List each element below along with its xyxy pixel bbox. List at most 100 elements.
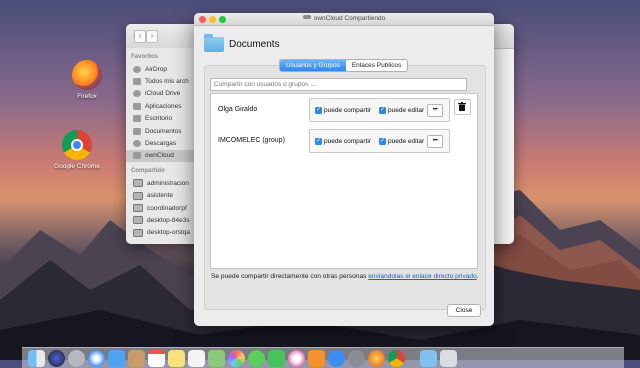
back-button[interactable]: ‹ <box>134 30 146 43</box>
shared-folder-name: Documents <box>229 39 280 50</box>
trash-icon <box>458 102 466 111</box>
system-preferences-icon[interactable] <box>348 350 365 367</box>
desktop-icon-label: Google Chrome <box>54 163 100 170</box>
dock <box>22 347 624 368</box>
airdrop-icon <box>133 65 141 73</box>
firefox-icon <box>72 60 102 90</box>
can-share-label: puede compartir <box>324 107 371 114</box>
close-window-button[interactable] <box>199 16 206 23</box>
ibooks-icon[interactable] <box>308 350 325 367</box>
sidebar-item-desktop[interactable]: Escritorio <box>126 113 194 125</box>
mail-icon[interactable] <box>108 350 125 367</box>
chrome-icon[interactable] <box>388 350 405 367</box>
sidebar-item-label: Documentos <box>145 127 182 135</box>
folder-icon[interactable] <box>420 350 437 367</box>
can-share-label: puede compartir <box>324 138 371 145</box>
document-icon <box>133 127 141 135</box>
checkmark-icon: ✓ <box>379 138 386 145</box>
download-icon <box>133 140 141 148</box>
sidebar-item-label: Escritorio <box>145 115 173 123</box>
sidebar-item-label: Descargas <box>145 140 177 148</box>
facetime-icon[interactable] <box>268 350 285 367</box>
sidebar-item-all-files[interactable]: Todos mis arch <box>126 75 194 87</box>
cloud-icon <box>133 90 141 98</box>
tab-public-links[interactable]: Enlaces Publicos <box>346 60 407 71</box>
delete-share-button[interactable] <box>454 99 471 115</box>
trash-icon[interactable] <box>440 350 457 367</box>
folder-icon <box>204 34 224 52</box>
safari-icon[interactable] <box>88 350 105 367</box>
maps-icon[interactable] <box>208 350 225 367</box>
sidebar-item-label: Todos mis arch <box>145 78 189 86</box>
can-share-checkbox[interactable]: ✓ puede compartir <box>315 138 371 145</box>
computer-icon <box>133 191 143 200</box>
sidebar-item-label: coordinadorpf <box>147 204 187 212</box>
share-tabs: Usuarios y Grupos Enlaces Publicos <box>279 59 409 72</box>
firefox-icon[interactable] <box>368 350 385 367</box>
checkmark-icon: ✓ <box>315 107 322 114</box>
sidebar-item-airdrop[interactable]: AirDrop <box>126 63 194 75</box>
permissions-group: ✓ puede compartir ✓ puede editar ••• <box>309 98 450 122</box>
sharee-name: IMCOMELEC (group) <box>218 137 285 144</box>
tab-users-groups[interactable]: Usuarios y Grupos <box>280 60 346 71</box>
sidebar-item-icloud[interactable]: iCloud Drive <box>126 88 194 100</box>
sidebar-item-shared[interactable]: asistente <box>126 190 194 202</box>
finder-icon[interactable] <box>28 350 45 367</box>
reminders-icon[interactable] <box>188 350 205 367</box>
sharing-dialog: ownCloud Compartiendo Documents Usuarios… <box>194 13 494 326</box>
permissions-group: ✓ puede compartir ✓ puede editar ••• <box>309 129 450 153</box>
maximize-window-button[interactable] <box>219 16 226 23</box>
close-button[interactable]: Close <box>447 304 481 317</box>
share-row: Olga Giraldo ✓ puede compartir ✓ puede e… <box>211 96 477 125</box>
contacts-icon[interactable] <box>128 350 145 367</box>
sidebar-header-shared: Compartido <box>131 168 165 175</box>
messages-icon[interactable] <box>248 350 265 367</box>
can-edit-checkbox[interactable]: ✓ puede editar <box>379 138 424 145</box>
computer-icon <box>133 179 143 188</box>
app-store-icon[interactable] <box>328 350 345 367</box>
dialog-titlebar: ownCloud Compartiendo <box>194 13 494 26</box>
photos-icon[interactable] <box>228 350 245 367</box>
share-with-input[interactable] <box>210 78 467 91</box>
can-edit-label: puede editar <box>388 107 425 114</box>
sidebar-item-shared[interactable]: desktop-84e3s <box>126 214 194 226</box>
minimize-window-button[interactable] <box>209 16 216 23</box>
footer-text-body: Se puede compartir directamente con otra… <box>211 273 369 280</box>
desktop-folder-icon <box>133 115 141 123</box>
sidebar-item-documents[interactable]: Documentos <box>126 125 194 137</box>
chrome-icon <box>62 130 92 160</box>
sidebar-item-label: Aplicaciones <box>145 102 182 110</box>
more-options-button[interactable]: ••• <box>427 135 443 148</box>
sidebar-item-shared[interactable]: desktop-orstqa <box>126 227 194 239</box>
itunes-icon[interactable] <box>288 350 305 367</box>
window-title: ownCloud Compartiendo <box>313 15 386 22</box>
notes-icon[interactable] <box>168 350 185 367</box>
sidebar-item-label: asistente <box>147 192 174 200</box>
all-files-icon <box>133 78 141 86</box>
sidebar-item-shared[interactable]: coordinadorpf <box>126 202 194 214</box>
desktop-icon-firefox[interactable]: Firefox <box>57 60 117 100</box>
sidebar-item-label: AirDrop <box>145 65 168 73</box>
forward-button[interactable]: › <box>146 30 158 43</box>
sidebar-item-owncloud[interactable]: ownCloud <box>126 149 194 163</box>
can-edit-checkbox[interactable]: ✓ puede editar <box>379 107 424 114</box>
launchpad-icon[interactable] <box>68 350 85 367</box>
calendar-icon[interactable] <box>148 350 165 367</box>
share-row: IMCOMELEC (group) ✓ puede compartir ✓ pu… <box>211 127 477 156</box>
more-options-button[interactable]: ••• <box>427 104 443 117</box>
sidebar-item-label: iCloud Drive <box>145 90 181 98</box>
sidebar-item-shared[interactable]: administracion <box>126 177 194 189</box>
footer-text-end: . <box>476 273 479 280</box>
sharee-name: Olga Giraldo <box>218 106 258 113</box>
can-edit-label: puede editar <box>388 138 425 145</box>
desktop-icon-chrome[interactable]: Google Chrome <box>47 130 107 170</box>
private-link[interactable]: enviandolas el enlace directo privado <box>368 273 477 280</box>
sidebar-header-favorites: Favoritos <box>131 54 159 60</box>
share-list: Olga Giraldo ✓ puede compartir ✓ puede e… <box>210 93 478 269</box>
sidebar-item-applications[interactable]: Aplicaciones <box>126 100 194 112</box>
sidebar-item-downloads[interactable]: Descargas <box>126 137 194 149</box>
checkmark-icon: ✓ <box>315 138 322 145</box>
cloud-icon <box>302 15 311 19</box>
siri-icon[interactable] <box>48 350 65 367</box>
can-share-checkbox[interactable]: ✓ puede compartir <box>315 107 371 114</box>
